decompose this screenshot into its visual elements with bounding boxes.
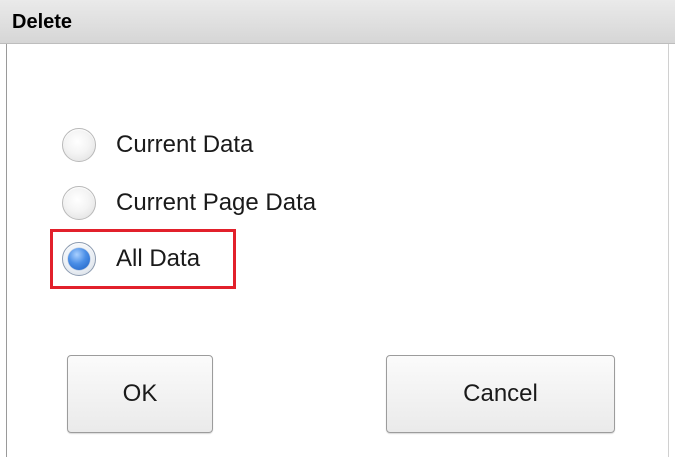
title-bar: Delete xyxy=(0,0,675,44)
cancel-button[interactable]: Cancel xyxy=(386,355,615,433)
option-label-current-page-data: Current Page Data xyxy=(116,189,317,216)
ok-button[interactable]: OK xyxy=(67,355,213,433)
option-current-page-data[interactable]: Current Page Data xyxy=(62,185,316,221)
dialog-title: Delete xyxy=(12,11,73,33)
option-current-data[interactable]: Current Data xyxy=(62,127,253,163)
delete-dialog: Delete Current Data Current Page Data Al… xyxy=(0,0,675,457)
highlight-annotation-box xyxy=(50,229,236,289)
dialog-right-border xyxy=(668,44,669,457)
option-label-current-data: Current Data xyxy=(116,131,254,158)
radio-unchecked-icon[interactable] xyxy=(62,186,96,220)
dialog-left-border xyxy=(6,44,7,457)
radio-unchecked-icon[interactable] xyxy=(62,128,96,162)
